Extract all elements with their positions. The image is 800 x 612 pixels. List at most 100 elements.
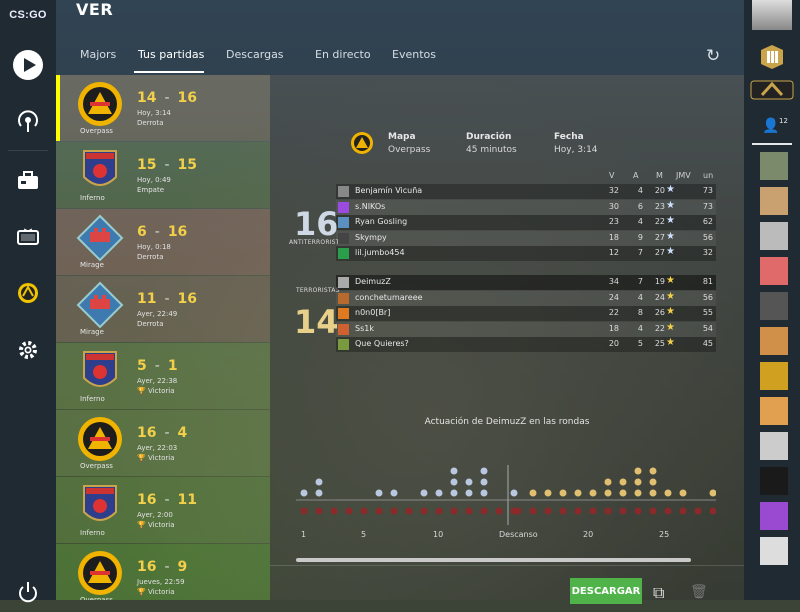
friend-avatar[interactable] <box>760 327 788 355</box>
player-kills: 22 <box>608 308 619 317</box>
tab-descargas[interactable]: Descargas <box>226 48 284 61</box>
match-result: 🏆 Victoria <box>137 588 175 596</box>
player-deaths: 27 <box>654 232 665 242</box>
death-skull-icon <box>495 507 503 515</box>
summary-date-label: Fecha <box>554 132 584 142</box>
match-score: 6-16 <box>137 224 188 240</box>
round-label-1: 1 <box>301 530 307 539</box>
t-team-label: TERRORISTAS <box>296 287 340 294</box>
t-kill-skull-icon <box>559 489 567 497</box>
player-name: n0n0[Br] <box>355 308 391 317</box>
overpass-map-icon <box>351 132 373 154</box>
player-row[interactable]: s.NIKOs 30 6 23 ★ 73 <box>336 199 716 215</box>
download-button[interactable]: DESCARGAR <box>570 578 642 604</box>
match-time: Hoy, 0:49 <box>137 176 171 184</box>
play-button[interactable] <box>0 45 56 85</box>
horizontal-scrollbar[interactable] <box>296 558 691 562</box>
player-row[interactable]: conchetumareee 24 4 24 ★ 56 <box>336 290 716 306</box>
operation-button[interactable] <box>0 273 56 313</box>
match-map-name: Inferno <box>80 529 105 537</box>
match-score: 5-1 <box>137 358 178 374</box>
active-tab-indicator <box>134 71 204 73</box>
friend-avatar[interactable] <box>760 257 788 285</box>
match-result: Derrota <box>137 119 164 127</box>
player-row[interactable]: DeimuzZ 34 7 19 ★ 81 <box>336 275 716 290</box>
trash-icon[interactable]: 🗑 <box>690 584 708 600</box>
round-label-20: 20 <box>583 530 594 539</box>
player-row[interactable]: Ryan Gosling 23 4 22 ★ 62 <box>336 215 716 230</box>
match-item[interactable]: Inferno 16-11 Ayer, 2:00 🏆 Victoria <box>56 477 270 543</box>
inventory-button[interactable] <box>0 160 56 200</box>
my-avatar[interactable] <box>752 0 792 30</box>
friend-avatar[interactable] <box>760 397 788 425</box>
friend-avatar[interactable] <box>760 292 788 320</box>
match-score: 15-15 <box>137 157 198 173</box>
mvp-star-icon: ★ <box>666 321 675 333</box>
t-kill-skull-icon <box>574 489 582 497</box>
player-assists: 8 <box>637 308 643 317</box>
match-item[interactable]: Overpass 14-16 Hoy, 3:14 Derrota <box>56 75 270 141</box>
mvp-star-icon: ★ <box>666 184 675 195</box>
death-skull-icon <box>694 507 702 515</box>
player-row[interactable]: n0n0[Br] 22 8 26 ★ 55 <box>336 306 716 321</box>
ct-kill-skull-icon <box>465 478 473 486</box>
match-item[interactable]: Overpass 16-4 Ayer, 22:03 🏆 Victoria <box>56 410 270 476</box>
friend-avatar[interactable] <box>760 467 788 495</box>
tab-majors[interactable]: Majors <box>80 48 116 61</box>
external-link-icon[interactable]: ⧉ <box>653 583 664 603</box>
friend-avatar[interactable] <box>760 537 788 565</box>
death-skull-icon <box>360 507 368 515</box>
match-item[interactable]: Overpass 16-9 Jueves, 22:59 🏆 Victoria <box>56 544 270 600</box>
match-item[interactable]: Inferno 5-1 Ayer, 22:38 🏆 Victoria <box>56 343 270 409</box>
player-row[interactable]: Que Quieres? 20 5 25 ★ 45 <box>336 337 716 352</box>
power-button[interactable] <box>0 572 56 612</box>
watch-badge-icon <box>18 283 38 303</box>
friends-sidebar: 👤 12 <box>744 0 800 600</box>
player-name: Skympy <box>355 232 387 242</box>
summary-map-label: Mapa <box>388 132 416 142</box>
csgo-logo[interactable]: CS:GO <box>0 0 56 30</box>
col-mvp: JMV <box>676 171 691 180</box>
rank-badge-icon[interactable] <box>758 44 786 70</box>
broadcast-button[interactable] <box>0 102 56 142</box>
player-row[interactable]: Benjamín Vicuña 32 4 20 ★ 73 <box>336 184 716 199</box>
t-kill-skull-icon <box>619 489 627 497</box>
match-item[interactable]: Mirage 11-16 Ayer, 22:49 Derrota <box>56 276 270 342</box>
tab-en-directo[interactable]: En directo <box>315 48 371 61</box>
mvp-star-icon: ★ <box>666 306 675 317</box>
player-row[interactable]: Ss1k 18 4 22 ★ 54 <box>336 321 716 337</box>
broadcast-icon <box>18 110 38 132</box>
match-item[interactable]: Inferno 15-15 Hoy, 0:49 Empate <box>56 142 270 208</box>
friend-avatar[interactable] <box>760 432 788 460</box>
friends-icon[interactable]: 👤 <box>762 118 779 134</box>
ct-kill-skull-icon <box>420 489 428 497</box>
skill-group-icon[interactable] <box>750 80 794 100</box>
match-result: Empate <box>137 186 165 194</box>
watch-button[interactable] <box>0 217 56 257</box>
overpass-map-icon <box>78 82 122 126</box>
match-map-name: Overpass <box>80 127 113 135</box>
tab-tus-partidas[interactable]: Tus partidas <box>138 48 204 61</box>
player-row[interactable]: lil.jumbo454 12 7 27 ★ 32 <box>336 246 716 261</box>
refresh-icon[interactable]: ↻ <box>706 46 720 66</box>
player-name: conchetumareee <box>355 292 423 302</box>
tab-eventos[interactable]: Eventos <box>392 48 436 61</box>
friend-avatar[interactable] <box>760 502 788 530</box>
match-item[interactable]: Mirage 6-16 Hoy, 0:18 Derrota <box>56 209 270 275</box>
friend-avatar[interactable] <box>760 362 788 390</box>
friend-avatar[interactable] <box>760 222 788 250</box>
player-deaths: 26 <box>654 308 665 317</box>
player-deaths: 22 <box>654 323 665 333</box>
friend-avatar[interactable] <box>760 187 788 215</box>
player-name: DeimuzZ <box>355 277 391 286</box>
match-map-name: Mirage <box>80 328 104 336</box>
ct-kill-skull-icon <box>450 478 458 486</box>
match-score: 16-11 <box>137 492 198 508</box>
player-kills: 34 <box>608 277 619 286</box>
player-row[interactable]: Skympy 18 9 27 ★ 56 <box>336 230 716 246</box>
death-skull-icon <box>330 507 338 515</box>
settings-button[interactable] <box>0 330 56 370</box>
friend-avatar[interactable] <box>760 152 788 180</box>
player-deaths: 22 <box>654 217 665 226</box>
col-kills: V <box>609 171 615 180</box>
